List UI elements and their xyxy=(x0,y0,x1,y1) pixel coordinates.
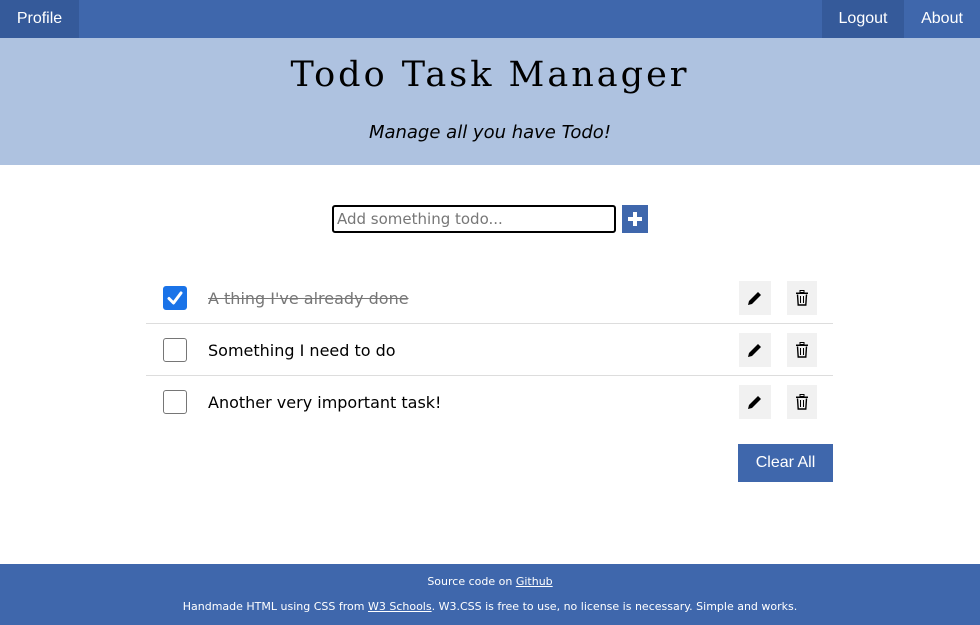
task-row: A thing I've already done xyxy=(146,272,833,324)
trash-icon xyxy=(796,290,808,306)
trash-icon xyxy=(796,394,808,410)
footer-credit-text: Handmade HTML using CSS from xyxy=(182,600,368,613)
trash-icon xyxy=(796,342,808,358)
profile-button[interactable]: Profile xyxy=(0,0,79,38)
footer-source-text: Source code on xyxy=(427,575,516,588)
pencil-icon xyxy=(748,394,763,409)
footer: Source code on Github Handmade HTML usin… xyxy=(0,564,980,625)
delete-task-button[interactable] xyxy=(787,281,817,315)
task-row: Something I need to do xyxy=(146,324,833,376)
page-title: Todo Task Manager xyxy=(290,55,690,95)
github-link[interactable]: Github xyxy=(516,575,553,588)
edit-task-button[interactable] xyxy=(739,385,771,419)
add-task-input[interactable] xyxy=(332,205,616,233)
task-text: Another very important task! xyxy=(208,393,442,412)
top-nav: Profile Logout About xyxy=(0,0,980,38)
footer-source-line: Source code on Github xyxy=(0,575,980,588)
w3schools-link[interactable]: W3 Schools xyxy=(368,600,432,613)
add-task-button[interactable] xyxy=(622,205,648,233)
pencil-icon xyxy=(748,342,763,357)
delete-task-button[interactable] xyxy=(787,333,817,367)
task-text: Something I need to do xyxy=(208,341,396,360)
about-button[interactable]: About xyxy=(904,0,980,38)
page-subtitle: Manage all you have Todo! xyxy=(368,122,612,143)
footer-credit-line: Handmade HTML using CSS from W3 Schools.… xyxy=(0,600,980,613)
edit-task-button[interactable] xyxy=(739,281,771,315)
plus-icon xyxy=(628,212,642,226)
delete-task-button[interactable] xyxy=(787,385,817,419)
task-checkbox[interactable] xyxy=(163,390,187,414)
header-banner: Todo Task Manager Manage all you have To… xyxy=(0,38,980,165)
task-row: Another very important task! xyxy=(146,376,833,428)
checkmark-icon xyxy=(167,291,183,305)
pencil-icon xyxy=(748,290,763,305)
clear-all-button[interactable]: Clear All xyxy=(738,444,833,482)
task-checkbox[interactable] xyxy=(163,286,187,310)
task-checkbox[interactable] xyxy=(163,338,187,362)
logout-button[interactable]: Logout xyxy=(822,0,904,38)
task-text: A thing I've already done xyxy=(208,289,409,308)
task-list: A thing I've already done Something I ne… xyxy=(146,272,833,428)
footer-credit-suffix: . W3.CSS is free to use, no license is n… xyxy=(431,600,798,613)
edit-task-button[interactable] xyxy=(739,333,771,367)
